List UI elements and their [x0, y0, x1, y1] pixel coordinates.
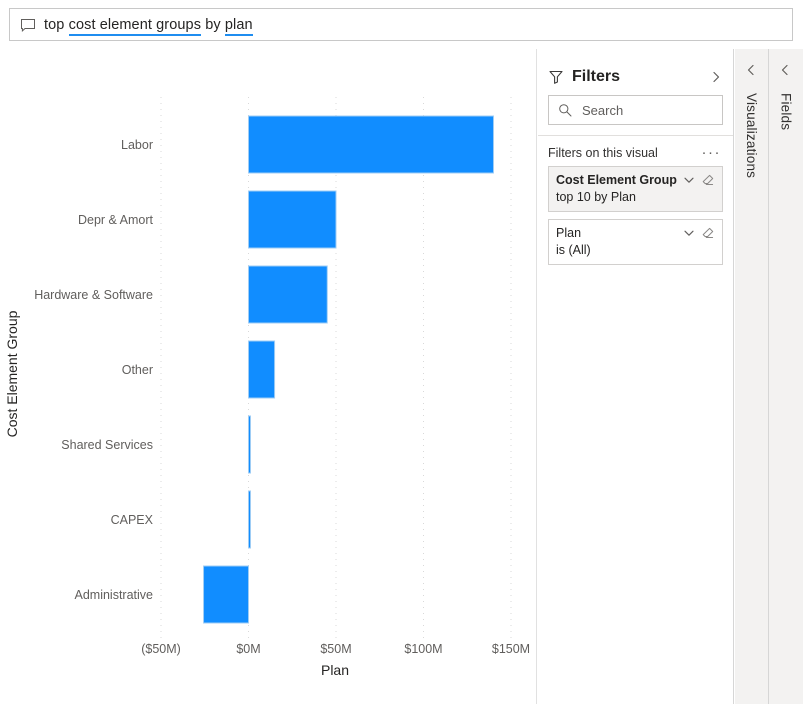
category-label: Labor	[121, 138, 153, 152]
search-icon	[558, 103, 572, 117]
qna-entity-token[interactable]: plan	[225, 17, 253, 36]
horizontal-bar-chart: Labor Depr & Amort Hardware & Software Othe…	[0, 49, 537, 704]
filters-search-container: Search	[538, 95, 733, 135]
funnel-icon	[548, 69, 564, 85]
filters-pane-title: Filters	[572, 68, 707, 86]
filters-section-header: Filters on this visual ···	[548, 146, 723, 160]
bar[interactable]	[204, 566, 249, 623]
filter-card-header: Plan	[556, 225, 715, 241]
category-label: CAPEX	[111, 513, 154, 527]
visualizations-pane-label: Visualizations	[744, 93, 759, 178]
filter-card-header: Cost Element Group	[556, 172, 715, 188]
category-label: Other	[122, 363, 153, 377]
filter-card[interactable]: Planis (All)	[548, 219, 723, 265]
filter-card-value: top 10 by Plan	[556, 189, 715, 205]
filters-on-this-visual-section: Filters on this visual ··· Cost Element …	[538, 136, 733, 265]
fields-pane-collapsed[interactable]: Fields	[769, 49, 803, 704]
chart-value-axis-labels: ($50M) $0M $50M $100M $150M	[141, 642, 530, 656]
value-axis-tick-label: $100M	[404, 642, 442, 656]
eraser-icon[interactable]	[701, 226, 715, 240]
filter-card-icons	[682, 172, 715, 187]
value-axis-tick-label: $0M	[236, 642, 260, 656]
more-options-icon[interactable]: ···	[702, 149, 724, 157]
bar-chart-visual[interactable]: Labor Depr & Amort Hardware & Software Othe…	[0, 49, 537, 704]
chevron-left-icon[interactable]	[745, 63, 759, 77]
qna-plain-token: top	[44, 17, 69, 33]
filter-field-name: Plan	[556, 225, 682, 241]
bar[interactable]	[249, 191, 337, 248]
chevron-down-icon[interactable]	[682, 173, 696, 187]
filters-pane-header: Filters	[538, 59, 733, 95]
filters-section-title: Filters on this visual	[548, 146, 658, 160]
category-label: Shared Services	[61, 438, 153, 452]
qna-plain-token: by	[201, 17, 225, 33]
chart-bars	[204, 116, 494, 623]
category-label: Administrative	[75, 588, 154, 602]
fields-pane-label: Fields	[779, 93, 794, 130]
chart-gridlines	[161, 97, 511, 642]
chevron-left-icon[interactable]	[779, 63, 793, 77]
y-axis-title: Cost Element Group	[4, 310, 20, 437]
chart-category-labels: Labor Depr & Amort Hardware & Software Othe…	[34, 138, 153, 602]
filters-pane[interactable]: Filters Search Filters on this visual ··…	[538, 49, 734, 704]
filter-card[interactable]: Cost Element Grouptop 10 by Plan	[548, 166, 723, 212]
bar[interactable]	[249, 491, 251, 548]
filter-card-list: Cost Element Grouptop 10 by Plan Planis (…	[548, 166, 723, 265]
qna-question-text: top cost element groups by plan	[44, 17, 253, 33]
filter-field-name: Cost Element Group	[556, 172, 682, 188]
value-axis-tick-label: $150M	[492, 642, 530, 656]
bar[interactable]	[249, 341, 275, 398]
filter-card-icons	[682, 225, 715, 240]
filters-search-box[interactable]: Search	[548, 95, 723, 125]
category-label: Depr & Amort	[78, 213, 154, 227]
filter-card-value: is (All)	[556, 242, 715, 258]
bar[interactable]	[249, 116, 494, 173]
eraser-icon[interactable]	[701, 173, 715, 187]
visualizations-pane-collapsed[interactable]: Visualizations	[735, 49, 769, 704]
x-axis-title: Plan	[321, 662, 349, 678]
chevron-down-icon[interactable]	[682, 226, 696, 240]
chevron-right-icon[interactable]	[707, 68, 725, 86]
qna-question-bar[interactable]: top cost element groups by plan	[9, 8, 793, 41]
category-label: Hardware & Software	[34, 288, 153, 302]
search-placeholder-text: Search	[582, 103, 623, 118]
bar[interactable]	[249, 416, 251, 473]
value-axis-tick-label: $50M	[320, 642, 351, 656]
qna-entity-token[interactable]: cost element groups	[69, 17, 201, 36]
value-axis-tick-label: ($50M)	[141, 642, 181, 656]
bar[interactable]	[249, 266, 328, 323]
qna-speech-bubble-icon	[20, 17, 36, 33]
